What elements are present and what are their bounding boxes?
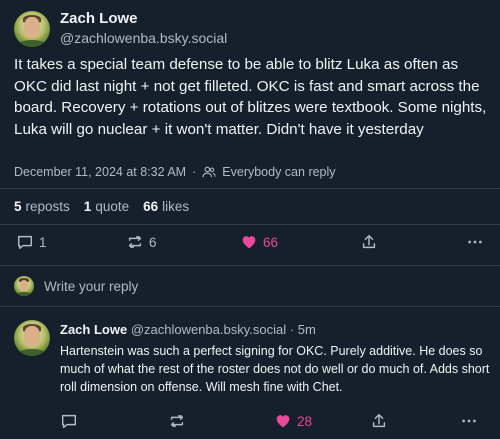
divider [0,306,500,307]
repost-icon [170,414,184,428]
divider [0,224,500,225]
quotes-count: 1 [83,199,92,214]
more-icon [462,419,476,423]
post-meta: December 11, 2024 at 8:32 AM · Everybody… [14,165,336,179]
reply-audience[interactable]: Everybody can reply [222,165,335,179]
post-actions: 1 6 66 [14,233,494,255]
reply-text: Hartenstein was such a perfect signing f… [60,344,490,394]
people-icon [202,166,216,178]
quotes-label: quote [95,199,130,214]
post-timestamp[interactable]: December 11, 2024 at 8:32 AM [14,165,186,179]
reply-button[interactable]: 1 [16,233,47,251]
reposts-count: 5 [14,199,22,214]
heart-icon [242,236,256,249]
reply-share-button[interactable] [370,412,388,430]
share-icon [372,413,386,428]
reply-more-options-button[interactable] [460,412,478,430]
reply-composer[interactable]: Write your reply [14,276,138,296]
author-avatar[interactable] [14,11,50,47]
reply-like-count: 28 [297,413,313,429]
reply-author-handle[interactable]: @zachlowenba.bsky.social [131,322,286,337]
post-text: It takes a special team defense to be ab… [14,56,487,138]
reply-icon [17,235,33,250]
like-button[interactable]: 66 [240,233,278,251]
reply-repost-button[interactable] [168,412,186,430]
reply-reply-button[interactable] [60,412,78,430]
heart-icon [276,415,290,428]
repost-icon [128,235,142,249]
author-handle[interactable]: @zachlowenba.bsky.social [60,30,227,46]
post-stats: 5 reposts 1 quote 66 likes [14,199,189,214]
reply-actions: 28 [60,412,492,434]
more-options-button[interactable] [466,233,484,251]
repost-button[interactable]: 6 [126,233,157,251]
reply-header: Zach Lowe @zachlowenba.bsky.social · 5m [60,322,316,337]
repost-count: 6 [149,234,157,250]
reply-count: 1 [39,234,47,250]
thread-view: Zach Lowe @zachlowenba.bsky.social It ta… [0,0,500,439]
divider [0,188,500,189]
likes-count: 66 [143,199,159,214]
author-name[interactable]: Zach Lowe [60,10,138,27]
likes-label: likes [162,199,190,214]
reply-icon [61,414,77,429]
reply-author-name[interactable]: Zach Lowe [60,322,127,337]
reposts-label: reposts [25,199,70,214]
reply-like-button[interactable]: 28 [274,412,312,430]
like-count: 66 [263,234,279,250]
reply-separator: · [289,322,295,337]
user-avatar [14,276,34,296]
divider [0,265,500,266]
more-icon [468,240,482,244]
share-button[interactable] [360,233,378,251]
reposts-stat[interactable]: 5 reposts [14,199,70,214]
separator: · [192,165,197,179]
reply-author-avatar[interactable] [14,320,50,356]
reply-time[interactable]: 5m [298,322,316,337]
likes-stat[interactable]: 66 likes [143,199,189,214]
reply-composer-placeholder: Write your reply [44,278,139,294]
quotes-stat[interactable]: 1 quote [84,199,129,214]
share-icon [362,234,376,249]
